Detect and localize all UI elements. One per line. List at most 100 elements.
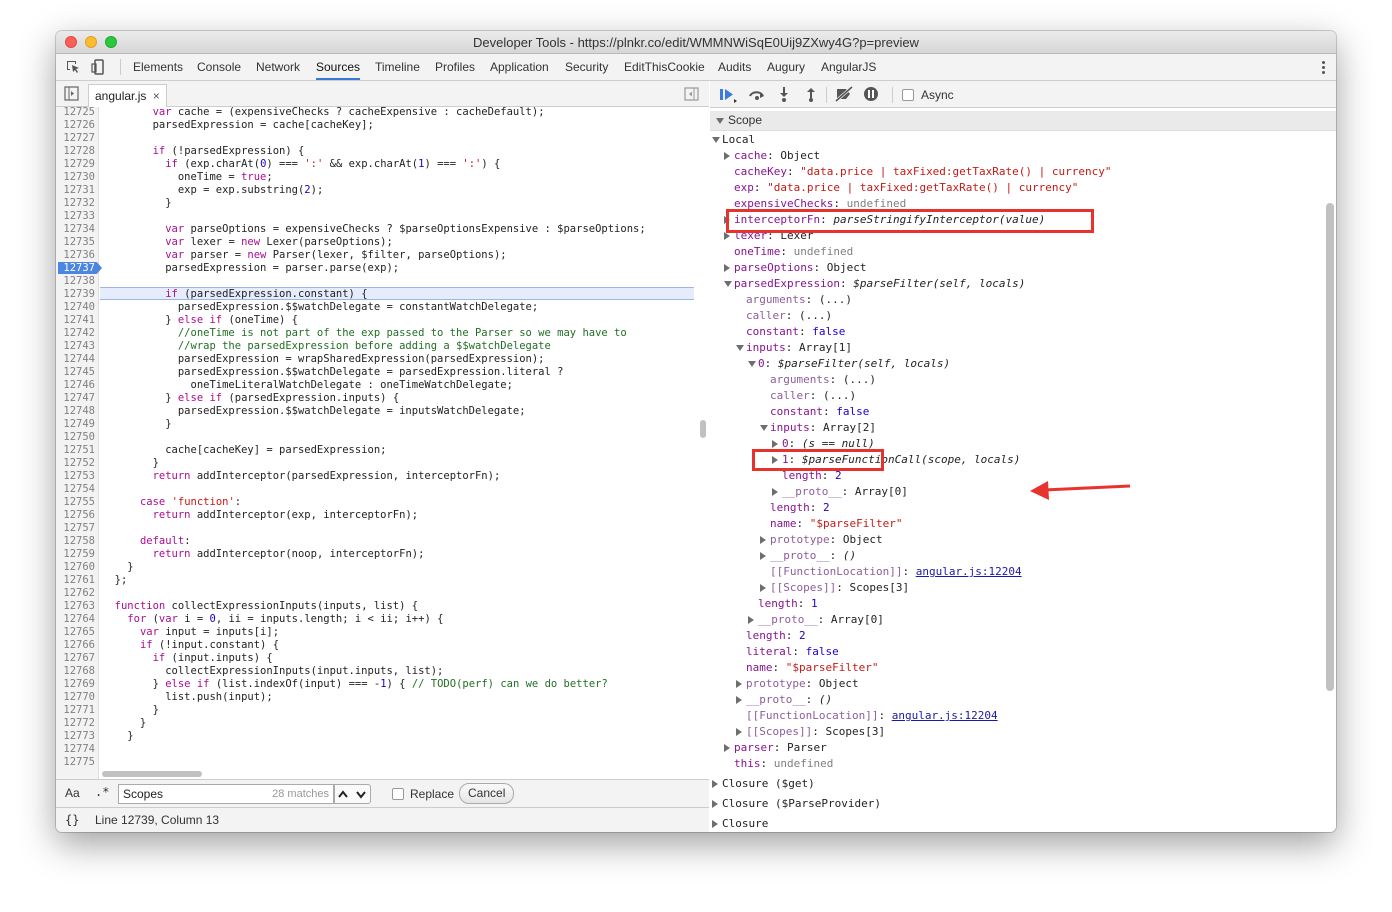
scope-property-row[interactable]: prototype: Object [746, 676, 859, 692]
tab-security[interactable]: Security [565, 54, 608, 80]
tab-timeline[interactable]: Timeline [375, 54, 420, 80]
collapse-triangle-icon[interactable] [748, 361, 756, 367]
line-number[interactable]: 12758 [56, 535, 98, 548]
line-number[interactable]: 12743 [56, 340, 98, 353]
scope-property-row[interactable]: arguments: (...) [746, 292, 852, 308]
line-number[interactable]: 12727 [56, 132, 98, 145]
zoom-window-button[interactable] [105, 36, 117, 48]
line-number[interactable]: 12735 [56, 236, 98, 249]
closure-scope-row[interactable]: Closure [722, 816, 768, 832]
line-number[interactable]: 12747 [56, 392, 98, 405]
scope-property-row[interactable]: length: 1 [758, 596, 818, 612]
search-input[interactable]: Scopes 28 matches [118, 784, 334, 804]
close-file-tab-icon[interactable]: × [153, 89, 160, 103]
expand-triangle-icon[interactable] [772, 440, 778, 448]
line-number[interactable]: 12762 [56, 587, 98, 600]
closure-scope-row[interactable]: Closure ($get) [722, 776, 815, 792]
scope-property-row[interactable]: cache: Object [734, 148, 820, 164]
line-number[interactable]: 12745 [56, 366, 98, 379]
tab-network[interactable]: Network [256, 54, 300, 80]
line-number[interactable]: 12765 [56, 626, 98, 639]
step-over-icon[interactable] [748, 87, 766, 101]
match-case-toggle[interactable]: Aa [65, 786, 80, 800]
line-number[interactable]: 12757 [56, 522, 98, 535]
scope-property-row[interactable]: parser: Parser [734, 740, 827, 756]
scope-property-row[interactable]: [[Scopes]]: Scopes[3] [770, 580, 909, 596]
file-tab-angular-js[interactable]: angular.js × [88, 84, 167, 107]
line-number[interactable]: 12756 [56, 509, 98, 522]
expand-triangle-icon[interactable] [760, 536, 766, 544]
expand-triangle-icon[interactable] [724, 232, 730, 240]
line-number[interactable]: 12751 [56, 444, 98, 457]
more-options-icon[interactable] [1322, 59, 1326, 75]
line-number[interactable]: 12750 [56, 431, 98, 444]
line-number[interactable]: 12767 [56, 652, 98, 665]
expand-triangle-icon[interactable] [760, 584, 766, 592]
scope-property-row[interactable]: parsedExpression: $parseFilter(self, loc… [734, 276, 1025, 292]
line-number[interactable]: 12732 [56, 197, 98, 210]
tab-profiles[interactable]: Profiles [435, 54, 475, 80]
scope-property-row[interactable]: [[FunctionLocation]]: angular.js:12204 [746, 708, 998, 724]
horizontal-scrollbar[interactable] [102, 771, 202, 777]
line-number[interactable]: 12766 [56, 639, 98, 652]
line-number[interactable]: 12748 [56, 405, 98, 418]
pretty-print-icon[interactable]: {} [65, 808, 79, 832]
step-into-icon[interactable] [778, 86, 790, 102]
line-number[interactable]: 12764 [56, 613, 98, 626]
scope-property-row[interactable]: literal: false [746, 644, 839, 660]
line-number[interactable]: 12770 [56, 691, 98, 704]
scope-property-row[interactable]: name: "$parseFilter" [746, 660, 878, 676]
property-value[interactable]: angular.js:12204 [892, 709, 998, 722]
expand-closure-icon[interactable] [712, 820, 718, 828]
line-number[interactable]: 12726 [56, 119, 98, 132]
line-number[interactable]: 12740 [56, 301, 98, 314]
line-number[interactable]: 12775 [56, 756, 98, 769]
scope-property-row[interactable]: __proto__: () [770, 548, 856, 564]
expand-triangle-icon[interactable] [724, 152, 730, 160]
expand-closure-icon[interactable] [712, 800, 718, 808]
line-number[interactable]: 12773 [56, 730, 98, 743]
line-number[interactable]: 12733 [56, 210, 98, 223]
inspect-element-icon[interactable] [65, 59, 81, 75]
line-number[interactable]: 12752 [56, 457, 98, 470]
scope-property-row[interactable]: length: 2 [746, 628, 806, 644]
close-window-button[interactable] [65, 36, 77, 48]
scope-property-row[interactable]: oneTime: undefined [734, 244, 853, 260]
line-number[interactable]: 12736 [56, 249, 98, 262]
expand-closure-icon[interactable] [712, 780, 718, 788]
pause-on-exceptions-icon[interactable] [863, 86, 879, 102]
line-number[interactable]: 12760 [56, 561, 98, 574]
deactivate-breakpoints-icon[interactable] [834, 86, 854, 102]
closure-scope-row[interactable]: Closure ($ParseProvider) [722, 796, 881, 812]
expand-triangle-icon[interactable] [724, 744, 730, 752]
line-number[interactable]: 12771 [56, 704, 98, 717]
line-number[interactable]: 12744 [56, 353, 98, 366]
tab-elements[interactable]: Elements [133, 54, 183, 80]
collapse-triangle-icon[interactable] [712, 137, 720, 143]
tab-editthiscookie[interactable]: EditThisCookie [624, 54, 705, 80]
line-number[interactable]: 12731 [56, 184, 98, 197]
collapse-triangle-icon[interactable] [724, 281, 732, 287]
regex-toggle[interactable]: .* [95, 785, 109, 799]
scope-property-row[interactable]: constant: false [770, 404, 869, 420]
step-out-icon[interactable] [805, 86, 817, 102]
line-number[interactable]: 12738 [56, 275, 98, 288]
scope-property-row[interactable]: length: 2 [770, 500, 830, 516]
scope-property-row[interactable]: caller: (...) [746, 308, 832, 324]
line-number[interactable]: 12755 [56, 496, 98, 509]
expand-triangle-icon[interactable] [748, 616, 754, 624]
scope-property-row[interactable]: name: "$parseFilter" [770, 516, 902, 532]
find-next-icon[interactable] [356, 791, 366, 799]
line-number[interactable]: 12754 [56, 483, 98, 496]
tab-sources[interactable]: Sources [316, 54, 361, 80]
line-number[interactable]: 12734 [56, 223, 98, 236]
scope-property-row[interactable]: [[FunctionLocation]]: angular.js:12204 [770, 564, 1022, 580]
scope-property-row[interactable]: this: undefined [734, 756, 833, 772]
line-number[interactable]: 12730 [56, 171, 98, 184]
tab-augury[interactable]: Augury [767, 54, 805, 80]
scope-property-row[interactable]: parseOptions: Object [734, 260, 866, 276]
minimize-window-button[interactable] [85, 36, 97, 48]
device-toolbar-icon[interactable] [90, 59, 106, 75]
scope-property-row[interactable]: constant: false [746, 324, 845, 340]
expand-triangle-icon[interactable] [736, 728, 742, 736]
